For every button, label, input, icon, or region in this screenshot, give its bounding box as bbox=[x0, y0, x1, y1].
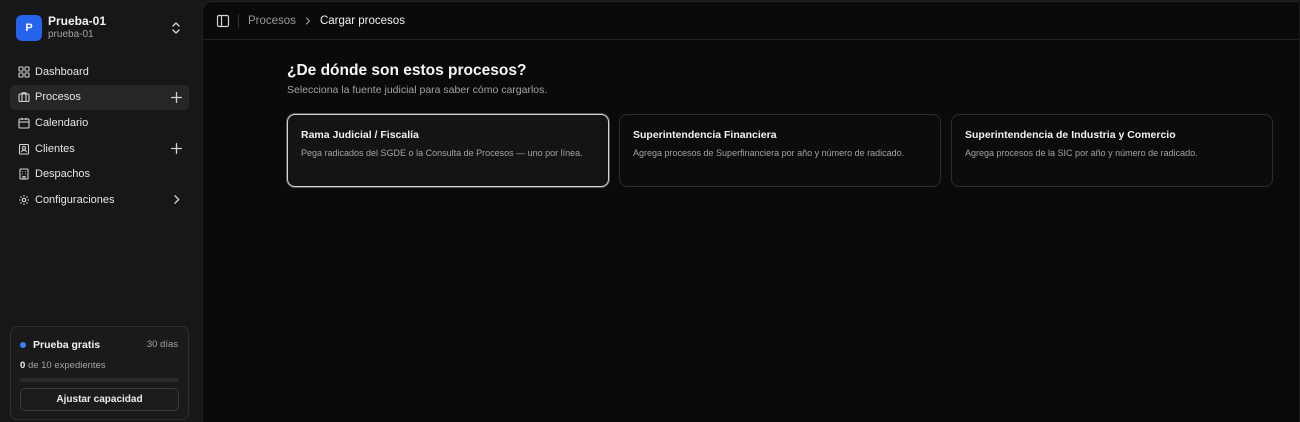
sidebar-item-despachos[interactable]: Despachos bbox=[10, 162, 189, 187]
briefcase-icon bbox=[18, 91, 30, 103]
page-subtitle: Selecciona la fuente judicial para saber… bbox=[287, 84, 548, 96]
source-card-description: Agrega procesos de la SIC por año y núme… bbox=[965, 148, 1198, 158]
source-card-description: Pega radicados del SGDE o la Consulta de… bbox=[301, 148, 583, 158]
org-slug: prueba-01 bbox=[48, 29, 94, 41]
source-card-rama-judicial[interactable]: Rama Judicial / Fiscalía Pega radicados … bbox=[287, 114, 609, 187]
dashboard-grid-icon bbox=[18, 65, 30, 78]
sidebar-item-procesos[interactable]: Procesos bbox=[10, 84, 189, 110]
sidebar-item-dashboard[interactable]: Dashboard bbox=[10, 59, 189, 84]
chevrons-up-down-icon[interactable] bbox=[170, 20, 182, 36]
contact-icon bbox=[18, 143, 30, 155]
sidebar-nav: Dashboard Procesos Calendario Clientes D… bbox=[10, 59, 189, 213]
trial-usage: 0 de 10 expedientes bbox=[20, 360, 106, 371]
org-name: Prueba-01 bbox=[48, 14, 107, 29]
calendar-icon bbox=[18, 117, 30, 129]
sidebar: P Prueba-01 prueba-01 Dashboard Procesos… bbox=[0, 0, 202, 422]
trial-used-count: 0 bbox=[20, 360, 26, 371]
source-options: Rama Judicial / Fiscalía Pega radicados … bbox=[287, 114, 1273, 187]
trial-card: Prueba gratis 30 días 0 de 10 expediente… bbox=[10, 326, 189, 420]
sidebar-toggle-icon[interactable] bbox=[216, 14, 230, 28]
org-info: Prueba-01 prueba-01 bbox=[48, 14, 107, 41]
page-title: ¿De dónde son estos procesos? bbox=[287, 62, 527, 79]
topbar-divider bbox=[238, 14, 239, 28]
sidebar-item-clientes[interactable]: Clientes bbox=[10, 136, 189, 161]
source-card-title: Rama Judicial / Fiscalía bbox=[301, 129, 419, 141]
org-avatar: P bbox=[16, 15, 42, 41]
sidebar-item-label: Configuraciones bbox=[35, 193, 115, 206]
trial-usage-suffix: de 10 expedientes bbox=[27, 360, 106, 371]
source-card-superfinanciera[interactable]: Superintendencia Financiera Agrega proce… bbox=[619, 114, 941, 187]
sidebar-item-label: Procesos bbox=[35, 91, 81, 104]
sidebar-item-label: Despachos bbox=[35, 168, 91, 181]
adjust-capacity-button[interactable]: Ajustar capacidad bbox=[20, 388, 179, 411]
trial-days: 30 días bbox=[146, 339, 178, 350]
trial-progress-bar bbox=[20, 378, 179, 382]
main-panel: Procesos Cargar procesos ¿De dónde son e… bbox=[202, 1, 1299, 422]
source-card-title: Superintendencia de Industria y Comercio bbox=[965, 129, 1176, 141]
org-switcher[interactable]: P Prueba-01 prueba-01 bbox=[16, 15, 188, 41]
source-card-sic[interactable]: Superintendencia de Industria y Comercio… bbox=[951, 114, 1273, 187]
breadcrumb: Procesos Cargar procesos bbox=[248, 14, 405, 28]
sidebar-item-label: Calendario bbox=[35, 116, 89, 129]
gear-icon bbox=[18, 194, 30, 206]
chevron-right-icon bbox=[303, 16, 313, 26]
sidebar-item-calendario[interactable]: Calendario bbox=[10, 110, 189, 135]
add-cliente-plus-icon[interactable] bbox=[170, 142, 183, 155]
breadcrumb-procesos-link[interactable]: Procesos bbox=[248, 14, 296, 28]
building-icon bbox=[18, 168, 30, 180]
breadcrumb-current: Cargar procesos bbox=[319, 15, 405, 27]
trial-title: Prueba gratis bbox=[33, 339, 101, 351]
sidebar-item-configuraciones[interactable]: Configuraciones bbox=[10, 187, 189, 212]
chevron-right-icon[interactable] bbox=[170, 193, 183, 206]
sidebar-item-label: Clientes bbox=[35, 142, 75, 155]
add-proceso-plus-icon[interactable] bbox=[170, 91, 183, 104]
topbar: Procesos Cargar procesos bbox=[203, 2, 1299, 40]
trial-status-dot bbox=[20, 342, 26, 348]
sidebar-item-label: Dashboard bbox=[35, 65, 89, 78]
source-card-description: Agrega procesos de Superfinanciera por a… bbox=[633, 148, 905, 158]
source-card-title: Superintendencia Financiera bbox=[633, 129, 777, 141]
